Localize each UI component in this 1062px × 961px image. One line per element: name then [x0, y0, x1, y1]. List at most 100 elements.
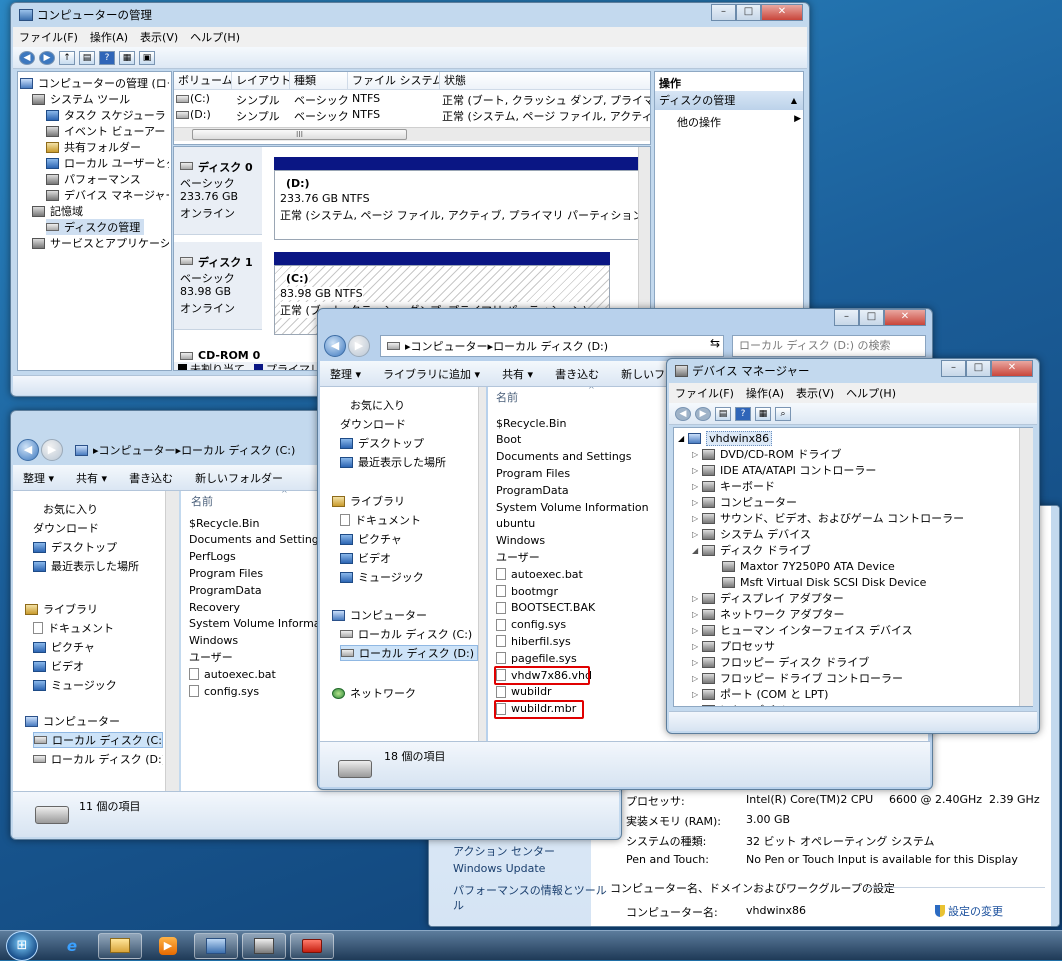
- command-button[interactable]: 整理 ▾: [330, 366, 361, 382]
- computer-management-icon[interactable]: [194, 932, 238, 959]
- forward-button[interactable]: ▶: [41, 439, 63, 461]
- volume-cell[interactable]: (C:): [190, 92, 210, 105]
- volume-cell[interactable]: ベーシック: [294, 92, 349, 108]
- command-button[interactable]: 整理 ▾: [23, 470, 54, 486]
- device-category[interactable]: Maxtor 7Y250P0 ATA Device: [712, 558, 895, 574]
- tree-node[interactable]: ローカル ユーザーとグ: [46, 155, 169, 171]
- tree-node[interactable]: パフォーマンス: [46, 171, 169, 187]
- back-button[interactable]: ◀: [17, 439, 39, 461]
- minimize-button[interactable]: –: [941, 360, 966, 377]
- device-category[interactable]: ▷ ネットワーク アダプター: [692, 606, 845, 622]
- nav-drive-item[interactable]: ローカル ディスク (C:): [33, 732, 163, 748]
- close-button[interactable]: ✕: [761, 4, 803, 21]
- nav-favorite-item[interactable]: ダウンロード: [33, 520, 163, 536]
- help-icon[interactable]: ?: [99, 50, 115, 65]
- device-tree-root[interactable]: ◢ vhdwinx86: [678, 430, 773, 446]
- command-button[interactable]: 共有 ▾: [76, 470, 107, 486]
- tree-node[interactable]: ディスクの管理: [46, 219, 145, 235]
- device-category[interactable]: ◢ ディスク ドライブ: [692, 542, 811, 558]
- command-button[interactable]: 書き込む: [555, 366, 599, 382]
- device-manager-window[interactable]: デバイス マネージャー – □ ✕ ファイル(F) 操作(A) 表示(V) ヘルプ(H) …: [666, 358, 1040, 734]
- name-column-header[interactable]: 名前: [191, 493, 213, 509]
- tree-node[interactable]: 共有フォルダー: [46, 139, 169, 155]
- breadcrumb-computer[interactable]: コンピューター: [411, 338, 488, 354]
- back-icon[interactable]: ◀: [19, 50, 35, 65]
- nav-computer[interactable]: コンピューター: [332, 607, 478, 623]
- volume-cell[interactable]: 正常 (システム, ページ ファイル, アクティブ, プ: [442, 108, 650, 124]
- forward-icon[interactable]: ▶: [39, 50, 55, 65]
- nav-favorites[interactable]: お気に入り: [25, 501, 163, 517]
- device-category[interactable]: Msft Virtual Disk SCSI Disk Device: [712, 574, 926, 590]
- maximize-button[interactable]: □: [859, 309, 884, 326]
- nav-favorite-item[interactable]: ダウンロード: [340, 416, 478, 432]
- forward-button[interactable]: ▶: [348, 335, 370, 357]
- tree-node[interactable]: イベント ビューアー: [46, 123, 169, 139]
- nav-libraries[interactable]: ライブラリ: [332, 493, 478, 509]
- nav-library-item[interactable]: ピクチャ: [340, 531, 478, 547]
- tree-node[interactable]: コンピューターの管理 (ローカ: [20, 75, 169, 91]
- nav-scrollbar[interactable]: [478, 387, 486, 741]
- change-settings-link[interactable]: 設定の変更: [935, 903, 1003, 919]
- device-category[interactable]: ▷ DVD/CD-ROM ドライブ: [692, 446, 841, 462]
- column-header[interactable]: ファイル システム: [348, 72, 440, 89]
- close-button[interactable]: ✕: [884, 309, 926, 326]
- command-button[interactable]: 書き込む: [129, 470, 173, 486]
- nav-favorite-item[interactable]: 最近表示した場所: [340, 454, 478, 470]
- volume-horizontal-scrollbar[interactable]: III: [174, 127, 650, 141]
- media-player-icon[interactable]: ▶: [146, 933, 190, 959]
- menu-item[interactable]: 表示(V): [790, 385, 840, 401]
- nav-computer[interactable]: コンピューター: [25, 713, 163, 729]
- minimize-button[interactable]: –: [711, 4, 736, 21]
- nav-library-item[interactable]: ビデオ: [33, 658, 163, 674]
- nav-library-item[interactable]: ピクチャ: [33, 639, 163, 655]
- folder-icon[interactable]: [98, 932, 142, 959]
- show-hide-tree-icon[interactable]: ▤: [79, 50, 95, 65]
- volume-cell[interactable]: ベーシック: [294, 108, 349, 124]
- column-header[interactable]: レイアウト: [232, 72, 290, 89]
- menu-item[interactable]: ファイル(F): [13, 29, 84, 45]
- nav-library-item[interactable]: ドキュメント: [33, 620, 163, 636]
- name-column-header[interactable]: 名前: [496, 389, 518, 405]
- devmgr-titlebar[interactable]: デバイス マネージャー – □ ✕: [667, 359, 1039, 383]
- command-button[interactable]: ライブラリに追加 ▾: [383, 366, 480, 382]
- menu-item[interactable]: 操作(A): [740, 385, 790, 401]
- nav-library-item[interactable]: ドキュメント: [340, 512, 478, 528]
- nav-favorite-item[interactable]: デスクトップ: [340, 435, 478, 451]
- disk-settings-icon[interactable]: ▣: [139, 50, 155, 65]
- windows-update-link[interactable]: Windows Update: [453, 862, 545, 875]
- search-input[interactable]: ローカル ディスク (D:) の検索: [732, 335, 926, 357]
- nav-favorites[interactable]: お気に入り: [332, 397, 478, 413]
- tree-node[interactable]: デバイス マネージャー: [46, 187, 169, 203]
- column-header[interactable]: 種類: [290, 72, 348, 89]
- scroll-thumb[interactable]: III: [192, 129, 407, 140]
- tree-node[interactable]: タスク スケジューラ: [46, 107, 169, 123]
- properties-icon[interactable]: ▦: [119, 50, 135, 65]
- forward-icon[interactable]: ▶: [695, 406, 711, 421]
- device-category[interactable]: ▷ サウンド、ビデオ、およびゲーム コントローラー: [692, 510, 964, 526]
- menu-item[interactable]: 表示(V): [134, 29, 184, 45]
- device-tree-scrollbar[interactable]: [1019, 428, 1033, 706]
- maximize-button[interactable]: □: [966, 360, 991, 377]
- device-category[interactable]: ▷ コンピューター: [692, 494, 797, 510]
- action-center-link[interactable]: アクション センター: [453, 843, 555, 859]
- device-category[interactable]: ▷ フロッピー ディスク ドライブ: [692, 654, 869, 670]
- volume-cell[interactable]: NTFS: [352, 92, 380, 105]
- up-folder-icon[interactable]: ↑: [59, 50, 75, 65]
- partition-box[interactable]: [274, 170, 642, 240]
- help-icon[interactable]: ?: [735, 406, 751, 421]
- command-button[interactable]: 新しいフォルダー: [195, 470, 283, 486]
- device-manager-icon[interactable]: [242, 932, 286, 959]
- device-category[interactable]: ▷ ヒューマン インターフェイス デバイス: [692, 622, 913, 638]
- nav-drive-item[interactable]: ローカル ディスク (D:): [33, 751, 163, 767]
- tree-node[interactable]: サービスとアプリケーショ: [32, 235, 169, 251]
- refresh-icon[interactable]: ⇆: [706, 336, 724, 356]
- internet-explorer-icon[interactable]: e: [50, 933, 94, 959]
- device-category[interactable]: ▷ キーボード: [692, 478, 775, 494]
- volume-cell[interactable]: シンプル: [236, 92, 280, 108]
- menu-item[interactable]: ヘルプ(H): [184, 29, 246, 45]
- toolbox-icon[interactable]: [290, 932, 334, 959]
- volume-cell[interactable]: NTFS: [352, 108, 380, 121]
- minimize-button[interactable]: –: [834, 309, 859, 326]
- scan-hardware-icon[interactable]: ⌕: [775, 406, 791, 421]
- volume-cell[interactable]: シンプル: [236, 108, 280, 124]
